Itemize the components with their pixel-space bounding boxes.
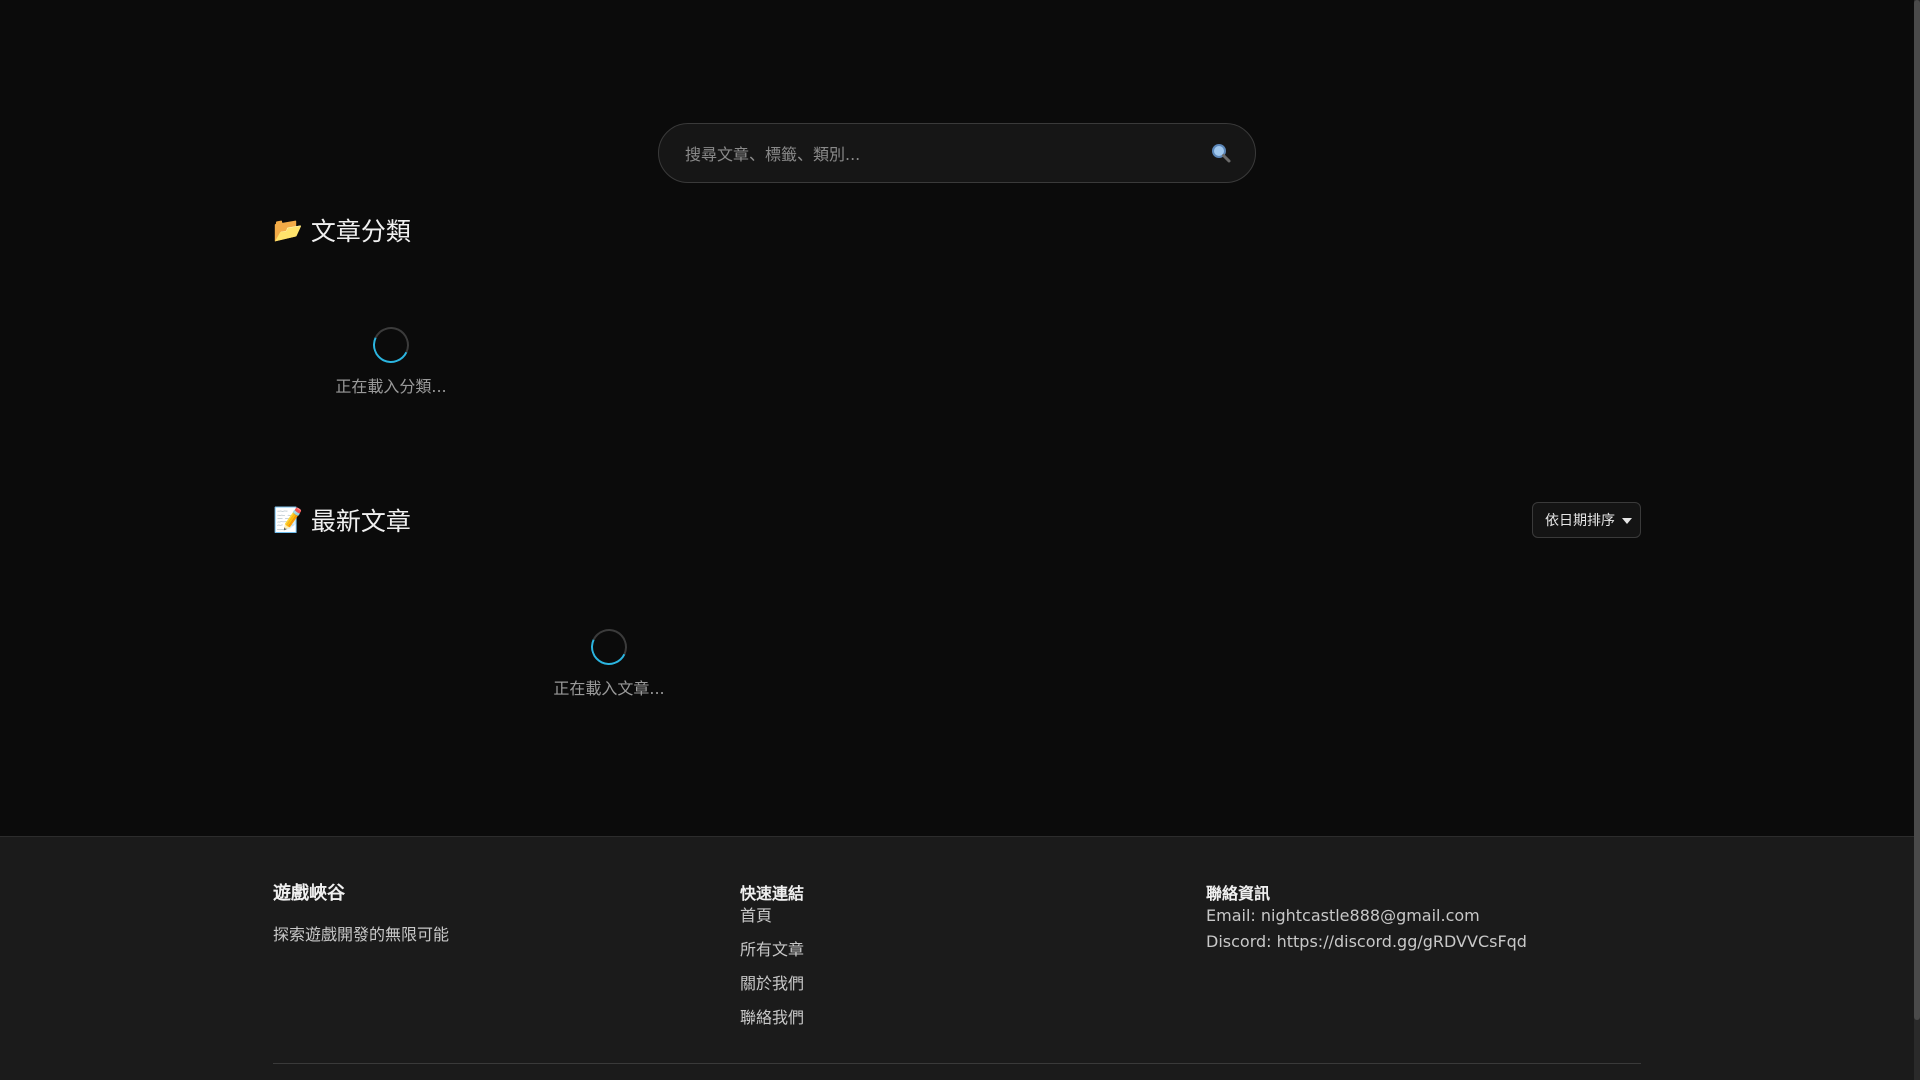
categories-loading-text: 正在載入分類... bbox=[335, 377, 447, 396]
search-bar bbox=[658, 123, 1256, 184]
footer-brand: 遊戲峽谷 探索遊戲開發的無限可能 bbox=[273, 883, 449, 946]
categories-loader: 正在載入分類... bbox=[291, 321, 491, 397]
search-input[interactable] bbox=[683, 124, 1207, 184]
memo-icon: 📝 bbox=[273, 506, 303, 534]
footer-tagline: 探索遊戲開發的無限可能 bbox=[273, 925, 450, 944]
folder-icon: 📂 bbox=[273, 216, 303, 244]
page: 📂 文章分類 正在載入分類... 📝 最新文章 依日期排序 正在載入文章... … bbox=[0, 0, 1914, 1080]
loading-spinner-icon bbox=[585, 623, 633, 671]
footer: 遊戲峽谷 探索遊戲開發的無限可能 快速連結 首頁 所有文章 關於我們 聯絡我們 … bbox=[0, 836, 1914, 1080]
articles-title: 最新文章 bbox=[310, 507, 411, 536]
sort-select-value: 依日期排序 bbox=[1545, 513, 1615, 529]
footer-brand-name: 遊戲峽谷 bbox=[273, 883, 345, 904]
footer-contact: 聯絡資訊 Email: nightcastle888@gmail.com Dis… bbox=[1206, 883, 1527, 953]
articles-heading: 📝 最新文章 bbox=[273, 502, 411, 538]
footer-quick-links: 快速連結 首頁 所有文章 關於我們 聯絡我們 bbox=[740, 883, 804, 1029]
footer-link-about[interactable]: 關於我們 bbox=[740, 973, 804, 995]
footer-link-home[interactable]: 首頁 bbox=[740, 905, 804, 927]
footer-link-all-articles[interactable]: 所有文章 bbox=[740, 939, 804, 961]
footer-email[interactable]: Email: nightcastle888@gmail.com bbox=[1206, 905, 1527, 927]
footer-discord[interactable]: Discord: https://discord.gg/gRDVVCsFqd bbox=[1206, 931, 1527, 953]
scrollbar-thumb[interactable] bbox=[1914, 0, 1920, 1020]
categories-heading: 📂 文章分類 bbox=[273, 212, 411, 248]
scrollbar[interactable] bbox=[1914, 0, 1920, 1080]
sort-select[interactable]: 依日期排序 bbox=[1532, 502, 1641, 538]
search-icon[interactable] bbox=[1209, 141, 1233, 165]
caret-down-icon bbox=[1622, 518, 1632, 524]
articles-loader: 正在載入文章... bbox=[509, 623, 709, 699]
footer-contact-heading: 聯絡資訊 bbox=[1206, 884, 1271, 903]
articles-loading-text: 正在載入文章... bbox=[553, 679, 665, 698]
footer-links-heading: 快速連結 bbox=[740, 884, 805, 903]
loading-spinner-icon bbox=[367, 321, 415, 369]
categories-title: 文章分類 bbox=[310, 217, 411, 246]
footer-link-contact[interactable]: 聯絡我們 bbox=[740, 1007, 804, 1029]
footer-divider bbox=[273, 1063, 1641, 1064]
